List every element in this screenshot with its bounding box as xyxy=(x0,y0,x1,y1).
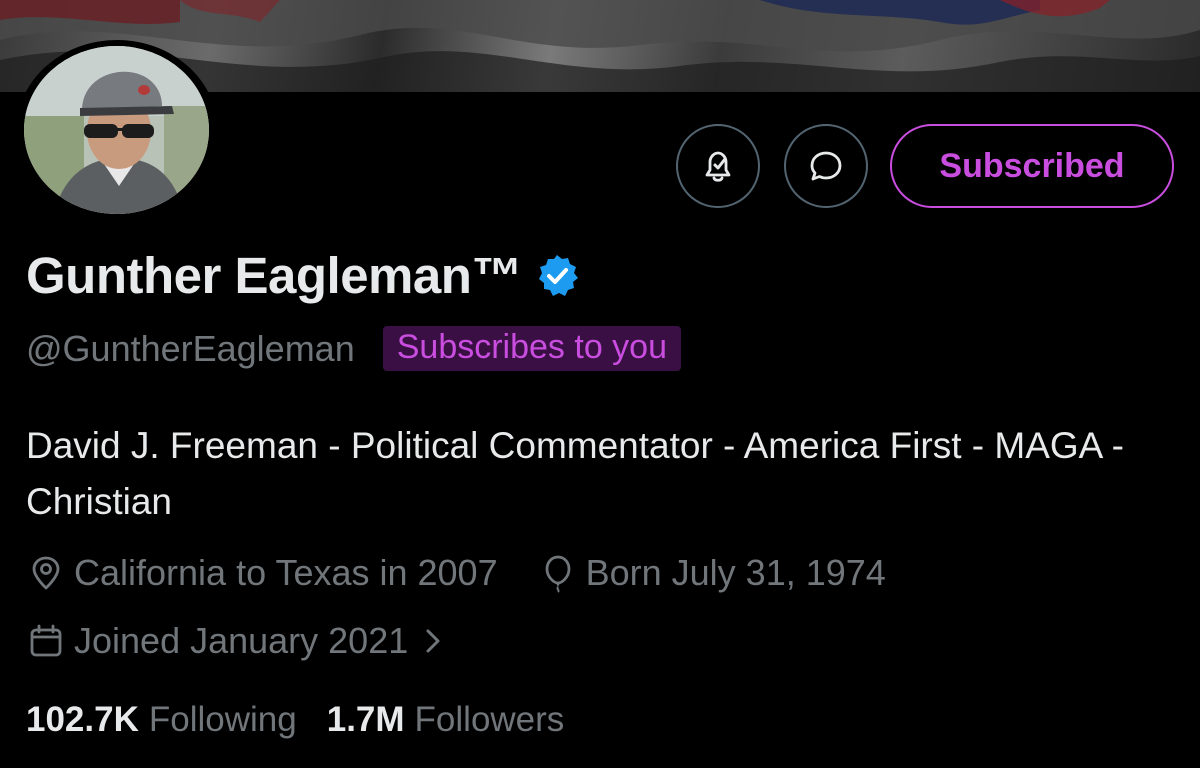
following-count: 102.7K xyxy=(26,700,139,739)
follow-stats: 102.7K Following 1.7M Followers xyxy=(26,700,564,740)
bell-check-icon xyxy=(705,151,731,182)
joined-text: Joined January 2021 xyxy=(74,620,409,661)
followers-link[interactable]: 1.7M Followers xyxy=(327,700,565,740)
balloon-icon xyxy=(545,555,571,593)
birthday-text: Born July 31, 1974 xyxy=(585,552,886,593)
followers-count: 1.7M xyxy=(326,700,405,739)
following-label: Following xyxy=(148,700,297,739)
notifications-button[interactable] xyxy=(676,124,760,208)
location-pin-icon xyxy=(32,556,60,590)
chevron-right-icon xyxy=(426,629,440,653)
subscribed-button-label: Subscribed xyxy=(939,146,1125,185)
meta-row-joined[interactable]: Joined January 2021 xyxy=(26,620,456,662)
joined-item[interactable]: Joined January 2021 xyxy=(26,620,456,662)
location-item: California to Texas in 2007 xyxy=(26,552,498,594)
message-button[interactable] xyxy=(784,124,868,208)
location-text: California to Texas in 2007 xyxy=(74,552,498,593)
bio: David J. Freeman - Political Commentator… xyxy=(26,425,1124,522)
handle: @GuntherEagleman xyxy=(26,327,355,369)
following-link[interactable]: 102.7K Following xyxy=(26,700,297,740)
calendar-icon xyxy=(30,624,62,657)
followers-label: Followers xyxy=(414,700,565,739)
meta-row-location-birthday: California to Texas in 2007 Born July 31… xyxy=(26,552,886,594)
verified-badge-icon[interactable] xyxy=(534,253,580,299)
subscribes-to-you-badge: Subscribes to you xyxy=(382,326,681,371)
display-name: Gunther Eagleman™ xyxy=(26,247,522,304)
avatar[interactable] xyxy=(24,46,209,214)
birthday-item: Born July 31, 1974 xyxy=(538,552,886,594)
name-row: Gunther Eagleman™ xyxy=(26,246,580,305)
subscribed-button[interactable]: Subscribed xyxy=(890,124,1174,208)
message-bubble-icon xyxy=(810,151,842,181)
avatar-photo xyxy=(24,46,209,214)
handle-row: @GuntherEagleman Subscribes to you xyxy=(26,326,681,371)
